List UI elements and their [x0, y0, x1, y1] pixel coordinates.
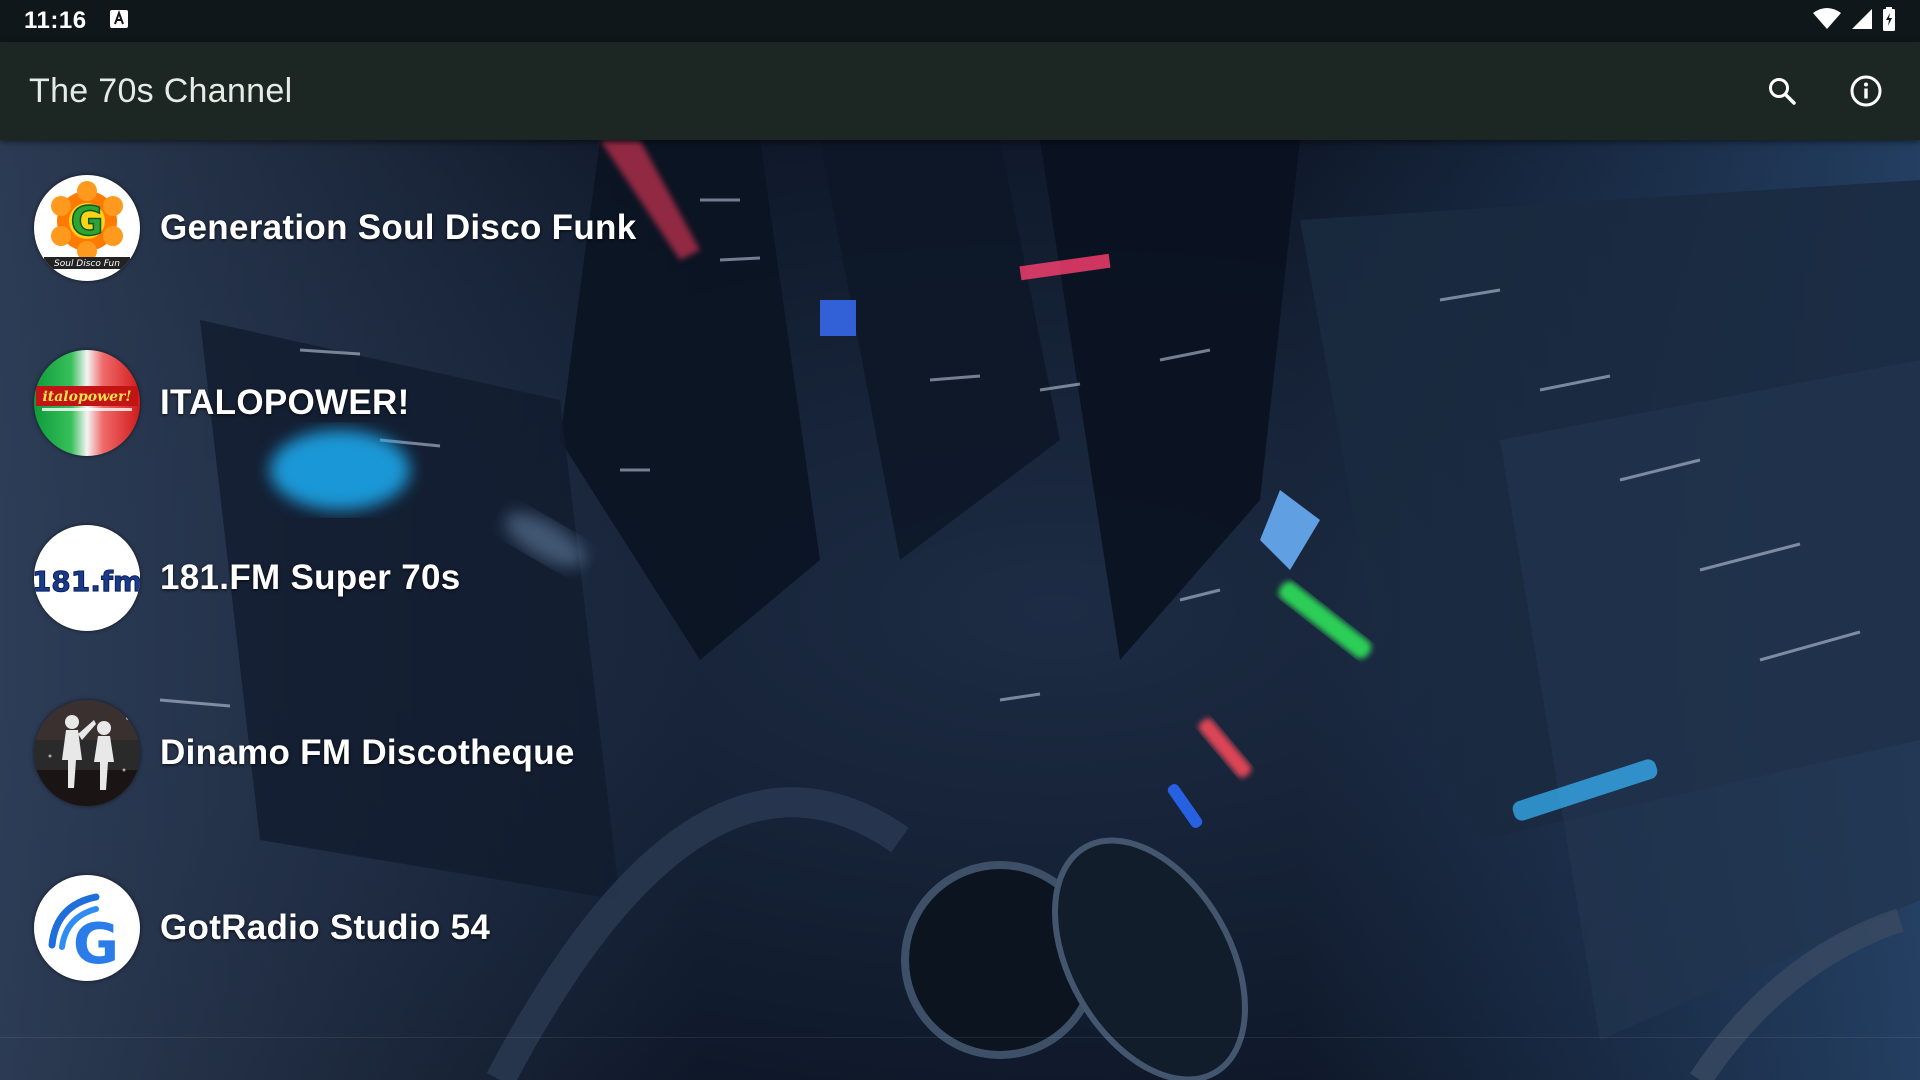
app-actions: [1758, 67, 1890, 115]
status-right: [1812, 6, 1896, 36]
generation-soul-logo-caption: Soul Disco Fun: [54, 259, 120, 269]
gotradio-logo-letter: G: [73, 912, 119, 977]
status-left: 11:16: [24, 7, 129, 35]
italopower-logo: italopower!: [34, 350, 140, 456]
generation-soul-logo-letter: G: [71, 199, 104, 245]
app-bar: The 70s Channel: [0, 42, 1920, 140]
screen: 11:16 The 70s Channel G Soul Disco Fun G…: [0, 0, 1920, 1080]
status-bar: 11:16: [0, 0, 1920, 42]
generation-soul-logo: G Soul Disco Fun: [34, 175, 140, 281]
station-item-generation-soul[interactable]: G Soul Disco Fun Generation Soul Disco F…: [34, 174, 636, 282]
keyboard-a-icon: [109, 9, 129, 34]
station-item-gotradio-studio-54[interactable]: G GotRadio Studio 54: [34, 874, 490, 982]
search-button[interactable]: [1758, 67, 1806, 115]
station-item-italopower[interactable]: italopower! ITALOPOWER!: [34, 349, 410, 457]
app-title: The 70s Channel: [29, 71, 293, 110]
gotradio-logo: G: [34, 875, 140, 981]
search-icon: [1769, 78, 1796, 105]
station-name: 181.FM Super 70s: [160, 558, 461, 597]
info-icon: [1850, 75, 1882, 107]
wifi-icon: [1812, 7, 1842, 36]
station-name: GotRadio Studio 54: [160, 908, 491, 947]
cell-signal-icon: [1850, 7, 1874, 36]
181fm-logo: 181.fm: [34, 525, 140, 631]
list-divider: [0, 1037, 1920, 1038]
station-name: Dinamo FM Discotheque: [160, 733, 575, 772]
station-item-dinamo-fm[interactable]: Dinamo FM Discotheque: [34, 699, 575, 807]
dinamo-fm-logo: [34, 700, 140, 806]
station-name: ITALOPOWER!: [160, 383, 410, 422]
station-name: Generation Soul Disco Funk: [160, 208, 637, 247]
info-button[interactable]: [1842, 67, 1890, 115]
181fm-logo-text: 181.fm: [34, 565, 140, 598]
station-list: G Soul Disco Fun Generation Soul Disco F…: [0, 140, 1920, 1040]
status-time: 11:16: [24, 7, 87, 34]
station-item-181fm-super-70s[interactable]: 181.fm 181.FM Super 70s: [34, 524, 461, 632]
battery-icon: [1882, 6, 1896, 36]
italopower-logo-text: italopower!: [42, 389, 131, 405]
